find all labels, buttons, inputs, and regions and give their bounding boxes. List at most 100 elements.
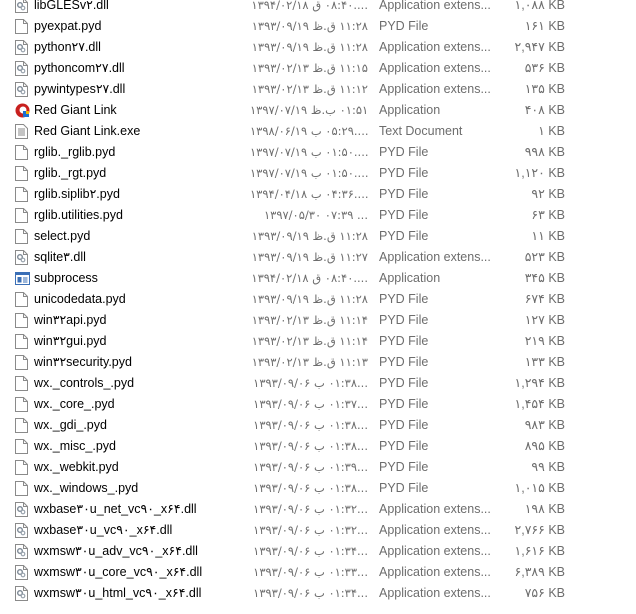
file-size: ۶۳ KB [531, 208, 565, 222]
file-size: ۹۹۸ KB [524, 145, 565, 159]
file-date-modified: ۱۳۹۳/۰۹/۰۶ ب ۰۱:۳۸... [253, 481, 368, 495]
file-date-modified: ۱۳۹۳/۰۹/۱۹ ظ.ق ۱۱:۲۷ [251, 250, 368, 264]
file-name[interactable]: wx._webkit.pyd [34, 457, 119, 478]
file-name[interactable]: wxbase۳۰u_vc۹۰_x۶۴.dll [34, 520, 172, 541]
file-type: Application [379, 103, 441, 117]
file-row[interactable]: pyexpat.pyd ۱۳۹۳/۰۹/۱۹ ظ.ق ۱۱:۲۸ PYD File ۱… [0, 16, 636, 37]
file-name[interactable]: libGLESv۲.dll [34, 0, 109, 16]
file-name[interactable]: wxbase۳۰u_net_vc۹۰_x۶۴.dll [34, 499, 197, 520]
file-name[interactable]: win۳۲security.pyd [34, 352, 132, 373]
file-name[interactable]: pywintypes۲۷.dll [34, 79, 125, 100]
file-name[interactable]: rglib._rgt.pyd [34, 163, 106, 184]
file-row[interactable]: wxmsw۳۰u_html_vc۹۰_x۶۴.dll ۱۳۹۳/۰۹/۰۶ ب ۰… [0, 583, 636, 604]
file-row[interactable]: wx._windows_.pyd ۱۳۹۳/۰۹/۰۶ ب ۰۱:۳۸... PYD… [0, 478, 636, 499]
file-name[interactable]: pythoncom۲۷.dll [34, 58, 125, 79]
file-size: ۱۹۸ KB [524, 502, 565, 516]
dll-file-icon [15, 544, 28, 559]
file-row[interactable]: wx._misc_.pyd ۱۳۹۳/۰۹/۰۶ ب ۰۱:۳۸... PYD Fi… [0, 436, 636, 457]
file-name[interactable]: python۲۷.dll [34, 37, 101, 58]
file-name[interactable]: rglib.utilities.pyd [34, 205, 123, 226]
file-date-modified: ۱۳۹۳/۰۹/۰۶ ب ۰۱:۳۹... [253, 460, 368, 474]
file-name[interactable]: wx._controls_.pyd [34, 373, 134, 394]
file-row[interactable]: Red Giant Link ۱۳۹۷/۰۷/۱۹ ظ.ب ۰۱:۵۱ Applic… [0, 100, 636, 121]
file-date-modified: ۱۳۹۳/۰۲/۱۳ ظ.ق ۱۱:۱۴ [251, 334, 368, 348]
file-name[interactable]: wx._gdi_.pyd [34, 415, 107, 436]
file-size: ۹۸۳ KB [524, 418, 565, 432]
file-date-modified: ۱۳۹۳/۰۹/۱۹ ظ.ق ۱۱:۲۸ [251, 229, 368, 243]
file-row[interactable]: rglib._rgt.pyd ۱۳۹۷/۰۷/۱۹ ب ۰۱:۵۰.... PYD … [0, 163, 636, 184]
file-name[interactable]: wx._misc_.pyd [34, 436, 116, 457]
file-row[interactable]: wx._gdi_.pyd ۱۳۹۳/۰۹/۰۶ ب ۰۱:۳۸... PYD Fil… [0, 415, 636, 436]
file-date-modified: ۱۳۹۳/۰۹/۰۶ ب ۰۱:۳۴... [253, 586, 368, 600]
file-row[interactable]: rglib.utilities.pyd ۱۳۹۷/۰۵/۳۰ ۰۷:۳۹ ... P… [0, 205, 636, 226]
file-name[interactable]: Red Giant Link.exe [34, 121, 140, 142]
blank-file-icon [15, 166, 28, 181]
blank-file-icon [15, 19, 28, 34]
file-type: PYD File [379, 229, 429, 243]
file-date-modified: ۱۳۹۳/۰۹/۰۶ ب ۰۱:۳۲... [253, 523, 368, 537]
file-row[interactable]: win۳۲api.pyd ۱۳۹۳/۰۲/۱۳ ظ.ق ۱۱:۱۴ PYD File… [0, 310, 636, 331]
file-type: PYD File [379, 334, 429, 348]
file-name[interactable]: wxmsw۳۰u_html_vc۹۰_x۶۴.dll [34, 583, 201, 604]
file-date-modified: ۱۳۹۳/۰۹/۱۹ ظ.ق ۱۱:۲۸ [251, 292, 368, 306]
file-name[interactable]: rglib._rglib.pyd [34, 142, 115, 163]
file-row[interactable]: wx._webkit.pyd ۱۳۹۳/۰۹/۰۶ ب ۰۱:۳۹... PYD F… [0, 457, 636, 478]
file-row[interactable]: Red Giant Link.exe ۱۳۹۸/۰۶/۱۹ ب ۰۵:۲۹....… [0, 121, 636, 142]
file-name[interactable]: win۳۲gui.pyd [34, 331, 107, 352]
blank-file-icon [15, 481, 28, 496]
file-type: PYD File [379, 208, 429, 222]
file-row[interactable]: libGLESv۲.dll ۱۳۹۴/۰۲/۱۸ ق ۰۸:۴۰.... Appli… [0, 0, 636, 16]
file-size: ۶۷۴ KB [524, 292, 565, 306]
file-row[interactable]: wxbase۳۰u_net_vc۹۰_x۶۴.dll ۱۳۹۳/۰۹/۰۶ ب ۰… [0, 499, 636, 520]
file-size: ۱,۶۱۶ KB [514, 544, 565, 558]
blank-file-icon [15, 355, 28, 370]
file-name[interactable]: pyexpat.pyd [34, 16, 101, 37]
file-name[interactable]: sqlite۳.dll [34, 247, 86, 268]
file-row[interactable]: wxmsw۳۰u_core_vc۹۰_x۶۴.dll ۱۳۹۳/۰۹/۰۶ ب ۰… [0, 562, 636, 583]
file-date-modified: ۱۳۹۳/۰۹/۱۹ ظ.ق ۱۱:۲۸ [251, 40, 368, 54]
file-date-modified: ۱۳۹۳/۰۲/۱۳ ظ.ق ۱۱:۱۲ [251, 82, 368, 96]
file-name[interactable]: Red Giant Link [34, 100, 117, 121]
file-row[interactable]: subprocess ۱۳۹۴/۰۲/۱۸ ق ۰۸:۴۰.... Applicat… [0, 268, 636, 289]
file-row[interactable]: select.pyd ۱۳۹۳/۰۹/۱۹ ظ.ق ۱۱:۲۸ PYD File ۱۱… [0, 226, 636, 247]
file-row[interactable]: pywintypes۲۷.dll ۱۳۹۳/۰۲/۱۳ ظ.ق ۱۱:۱۲ Appl… [0, 79, 636, 100]
file-name[interactable]: select.pyd [34, 226, 90, 247]
file-date-modified: ۱۳۹۳/۰۹/۰۶ ب ۰۱:۳۸... [253, 418, 368, 432]
file-type: PYD File [379, 397, 429, 411]
dll-file-icon [15, 40, 28, 55]
file-row[interactable]: unicodedata.pyd ۱۳۹۳/۰۹/۱۹ ظ.ق ۱۱:۲۸ PYD F… [0, 289, 636, 310]
blank-file-icon [15, 397, 28, 412]
file-date-modified: ۱۳۹۳/۰۹/۰۶ ب ۰۱:۳۴... [253, 544, 368, 558]
dll-file-icon [15, 502, 28, 517]
file-name[interactable]: win۳۲api.pyd [34, 310, 107, 331]
file-name[interactable]: wx._windows_.pyd [34, 478, 138, 499]
file-type: Text Document [379, 124, 463, 138]
file-row[interactable]: win۳۲gui.pyd ۱۳۹۳/۰۲/۱۳ ظ.ق ۱۱:۱۴ PYD File… [0, 331, 636, 352]
blank-file-icon [15, 145, 28, 160]
file-row[interactable]: sqlite۳.dll ۱۳۹۳/۰۹/۱۹ ظ.ق ۱۱:۲۷ Applicati… [0, 247, 636, 268]
file-name[interactable]: wx._core_.pyd [34, 394, 115, 415]
file-row[interactable]: pythoncom۲۷.dll ۱۳۹۳/۰۲/۱۳ ظ.ق ۱۱:۱۵ Appli… [0, 58, 636, 79]
file-name[interactable]: wxmsw۳۰u_adv_vc۹۰_x۶۴.dll [34, 541, 198, 562]
file-type: PYD File [379, 313, 429, 327]
file-row[interactable]: rglib.siplib۲.pyd ۱۳۹۴/۰۴/۱۸ ب ۰۴:۳۶.... P… [0, 184, 636, 205]
red-giant-app-icon [15, 103, 30, 118]
file-name[interactable]: unicodedata.pyd [34, 289, 126, 310]
file-row[interactable]: wx._core_.pyd ۱۳۹۳/۰۹/۰۶ ب ۰۱:۳۷... PYD Fi… [0, 394, 636, 415]
file-size: ۸۹۵ KB [524, 439, 565, 453]
file-row[interactable]: python۲۷.dll ۱۳۹۳/۰۹/۱۹ ظ.ق ۱۱:۲۸ Applicat… [0, 37, 636, 58]
file-date-modified: ۱۳۹۷/۰۷/۱۹ ظ.ب ۰۱:۵۱ [250, 103, 368, 117]
file-row[interactable]: wxbase۳۰u_vc۹۰_x۶۴.dll ۱۳۹۳/۰۹/۰۶ ب ۰۱:۳۲… [0, 520, 636, 541]
file-name[interactable]: wxmsw۳۰u_core_vc۹۰_x۶۴.dll [34, 562, 202, 583]
file-row[interactable]: wx._controls_.pyd ۱۳۹۳/۰۹/۰۶ ب ۰۱:۳۸... PY… [0, 373, 636, 394]
file-name[interactable]: subprocess [34, 268, 98, 289]
file-name[interactable]: rglib.siplib۲.pyd [34, 184, 120, 205]
file-row[interactable]: win۳۲security.pyd ۱۳۹۳/۰۲/۱۳ ظ.ق ۱۱:۱۳ PYD… [0, 352, 636, 373]
file-type: PYD File [379, 145, 429, 159]
file-row[interactable]: wxmsw۳۰u_adv_vc۹۰_x۶۴.dll ۱۳۹۳/۰۹/۰۶ ب ۰۱… [0, 541, 636, 562]
file-size: ۱۱ KB [531, 229, 565, 243]
file-type: PYD File [379, 439, 429, 453]
dll-file-icon [15, 82, 28, 97]
file-type: PYD File [379, 376, 429, 390]
file-row[interactable]: rglib._rglib.pyd ۱۳۹۷/۰۷/۱۹ ب ۰۱:۵۰.... PY… [0, 142, 636, 163]
